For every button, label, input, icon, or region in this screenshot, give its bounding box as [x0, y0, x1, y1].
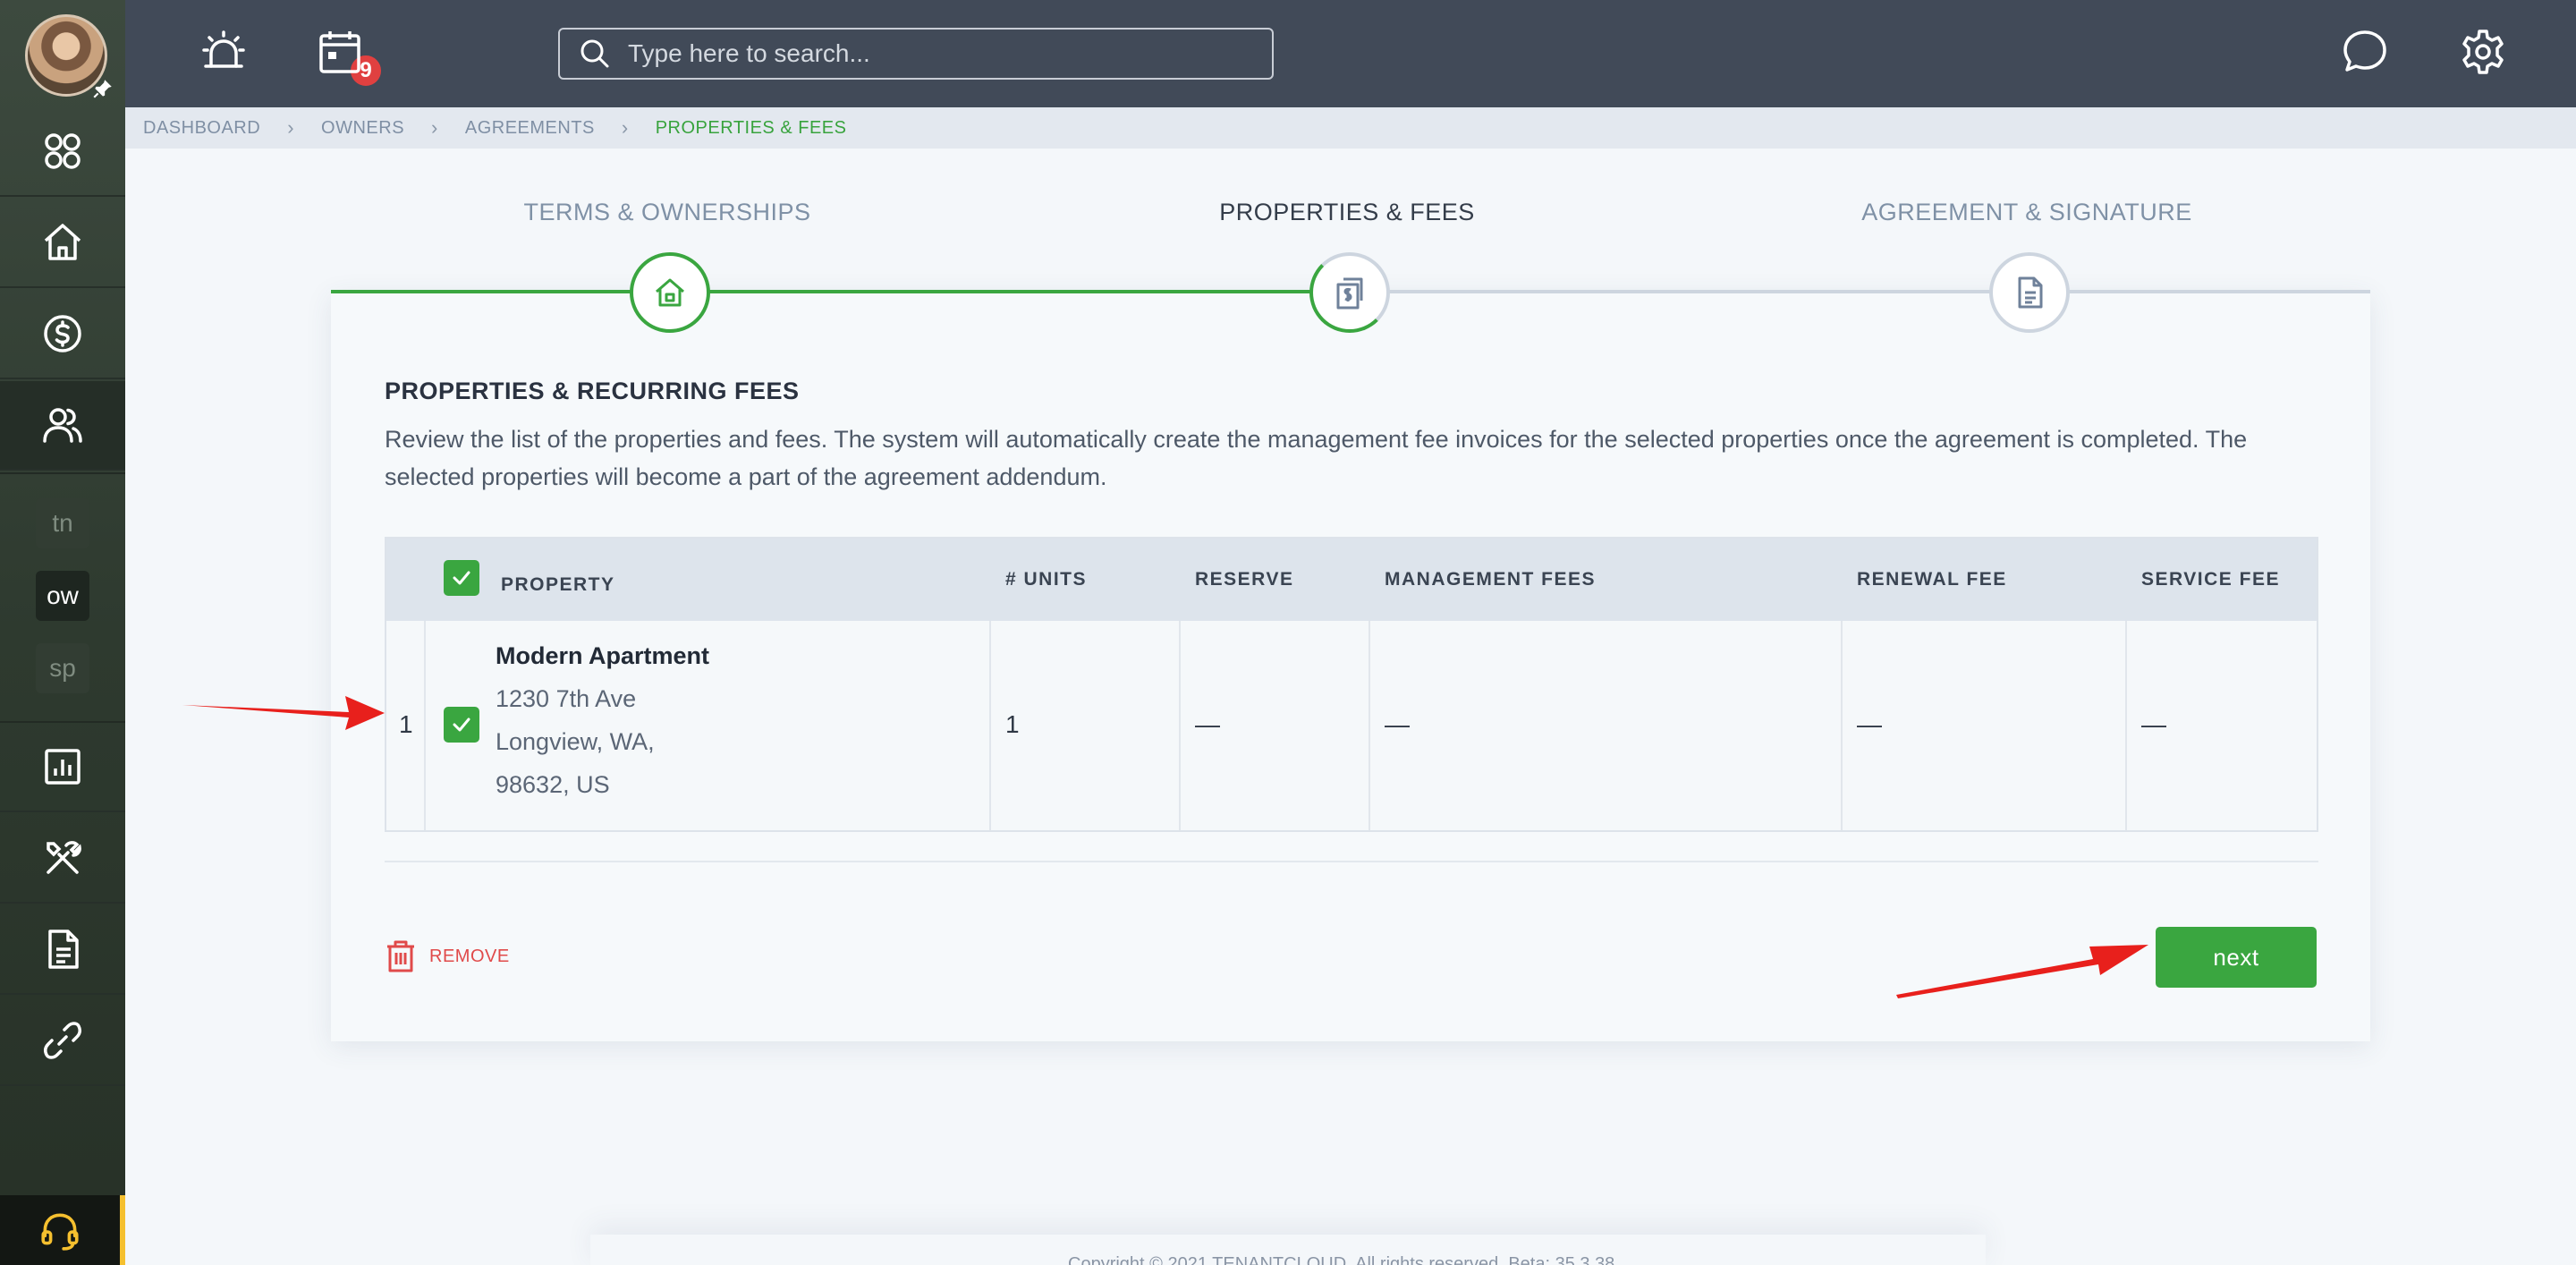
link-icon — [43, 1022, 82, 1059]
sidebar-item-documents[interactable] — [0, 905, 125, 995]
dollar-circle-icon — [44, 315, 81, 352]
column-header-management-fees[interactable]: MANAGEMENT FEES — [1385, 569, 1596, 590]
users-icon — [43, 408, 82, 443]
annotation-arrow-icon — [1896, 945, 2148, 998]
column-header-renewal-fee[interactable]: RENEWAL FEE — [1857, 569, 2007, 590]
sidebar-item-dashboard[interactable] — [0, 107, 125, 197]
tools-icon — [47, 841, 81, 874]
sidebar-item-users[interactable] — [0, 381, 125, 471]
column-divider — [424, 621, 426, 830]
breadcrumb: DASHBOARD › OWNERS › AGREEMENTS › PROPER… — [125, 107, 2576, 149]
search-icon — [580, 39, 609, 68]
property-address-line3: 98632, US — [496, 771, 610, 798]
step-label-agreement[interactable]: AGREEMENT & SIGNATURE — [1758, 199, 2295, 226]
column-divider — [989, 621, 991, 830]
alarm-bell-icon[interactable] — [199, 27, 249, 77]
grid-icon — [45, 133, 80, 169]
row-index: 1 — [399, 710, 413, 738]
step-circle-terms[interactable] — [630, 252, 710, 333]
step-progress-line-pending — [1347, 290, 2370, 293]
column-divider — [1841, 621, 1843, 830]
breadcrumb-dashboard[interactable]: DASHBOARD — [143, 118, 260, 139]
section-title: PROPERTIES & RECURRING FEES — [385, 378, 800, 404]
properties-table: PROPERTY # UNITS RESERVE MANAGEMENT FEES… — [385, 537, 2318, 832]
house-icon — [656, 278, 684, 307]
select-all-checkbox[interactable] — [444, 560, 479, 596]
step-circle-agreement[interactable] — [1989, 252, 2070, 333]
user-avatar[interactable] — [25, 14, 112, 98]
bar-chart-icon — [45, 749, 80, 785]
units-value: 1 — [1005, 710, 1020, 738]
sidebar-chip-sp[interactable]: sp — [36, 643, 89, 693]
checkmark-icon — [453, 571, 470, 585]
headset-icon — [41, 1213, 79, 1251]
trash-icon — [387, 940, 414, 972]
remove-label: REMOVE — [429, 946, 510, 966]
sidebar: tn ow sp — [0, 0, 125, 1265]
breadcrumb-separator-icon: › — [431, 116, 438, 139]
section-divider — [385, 861, 2318, 862]
column-divider — [1368, 621, 1370, 830]
support-button[interactable] — [0, 1195, 125, 1265]
sidebar-item-properties[interactable] — [0, 199, 125, 288]
checkmark-icon — [453, 717, 470, 732]
column-header-service-fee[interactable]: SERVICE FEE — [2141, 569, 2280, 590]
property-name[interactable]: Modern Apartment — [496, 642, 709, 670]
property-address-line2: Longview, WA, — [496, 728, 655, 755]
calendar-icon[interactable] — [315, 27, 365, 77]
column-header-reserve[interactable]: RESERVE — [1195, 569, 1294, 590]
column-header-property[interactable]: PROPERTY — [501, 574, 615, 596]
column-header-units[interactable]: # UNITS — [1005, 569, 1087, 590]
management-fees-value: — — [1385, 710, 1410, 738]
table-header: PROPERTY # UNITS RESERVE MANAGEMENT FEES… — [386, 539, 2317, 621]
footer-copyright: Copyright © 2021 TENANTCLOUD. All rights… — [1068, 1254, 1615, 1265]
step-circle-properties[interactable] — [1309, 252, 1390, 333]
service-fee-value: — — [2141, 710, 2166, 738]
breadcrumb-agreements[interactable]: AGREEMENTS — [465, 118, 595, 139]
pin-icon[interactable] — [91, 77, 114, 100]
renewal-fee-value: — — [1857, 710, 1882, 738]
row-select-checkbox[interactable] — [444, 707, 479, 743]
home-icon — [44, 224, 81, 260]
sidebar-item-accounting[interactable] — [0, 290, 125, 379]
top-bar: 9 — [125, 0, 2576, 107]
next-button[interactable]: next — [2156, 927, 2317, 988]
step-label-terms[interactable]: TERMS & OWNERSHIPS — [399, 199, 936, 226]
column-divider — [1179, 621, 1181, 830]
breadcrumb-current: PROPERTIES & FEES — [655, 117, 847, 138]
sidebar-item-integrations[interactable] — [0, 997, 125, 1086]
breadcrumb-separator-icon: › — [287, 116, 295, 139]
sidebar-item-reports[interactable] — [0, 723, 125, 812]
annotation-arrow-icon — [182, 696, 385, 730]
step-label-properties[interactable]: PROPERTIES & FEES — [1079, 199, 1615, 226]
search-bar[interactable] — [558, 28, 1274, 80]
search-input[interactable] — [628, 39, 1254, 68]
gear-icon[interactable] — [2458, 27, 2508, 77]
sidebar-divider — [0, 472, 125, 474]
remove-button[interactable]: REMOVE — [385, 939, 510, 973]
reserve-value: — — [1195, 710, 1220, 738]
agreement-card: PROPERTIES & RECURRING FEES Review the l… — [331, 292, 2370, 1041]
chat-bubble-icon[interactable] — [2340, 27, 2390, 77]
invoice-icon — [1336, 277, 1363, 310]
sidebar-chip-tn[interactable]: tn — [36, 498, 89, 548]
column-divider — [2125, 621, 2127, 830]
document-icon — [2018, 276, 2043, 309]
sidebar-item-maintenance[interactable] — [0, 814, 125, 904]
breadcrumb-separator-icon: › — [621, 116, 629, 139]
property-address-line1: 1230 7th Ave — [496, 685, 637, 712]
step-progress-line-complete — [331, 290, 1347, 293]
section-description: Review the list of the properties and fe… — [385, 426, 2248, 490]
breadcrumb-owners[interactable]: OWNERS — [321, 118, 404, 139]
document-icon — [48, 930, 79, 969]
sidebar-chip-ow[interactable]: ow — [36, 571, 89, 621]
